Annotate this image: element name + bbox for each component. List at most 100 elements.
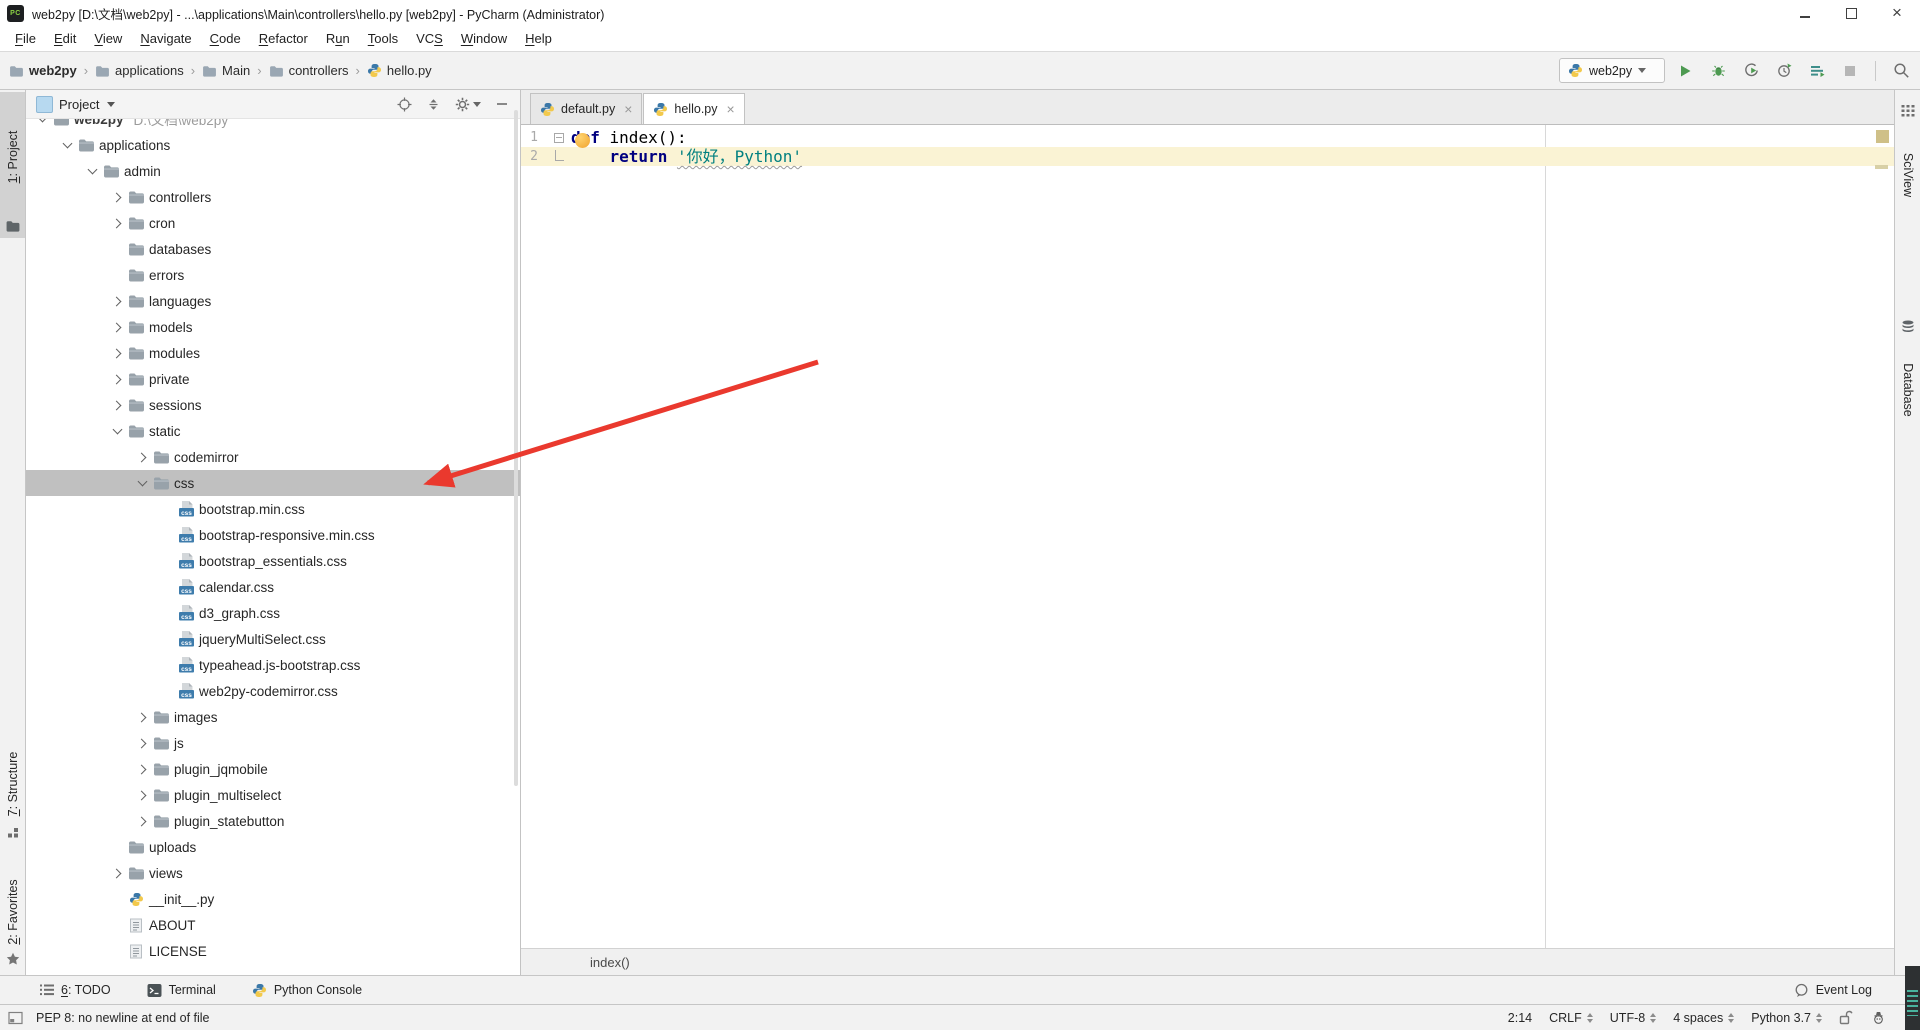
tree-item-web2py[interactable]: web2pyD:\文档\web2py: [26, 118, 520, 132]
menu-item-tools[interactable]: Tools: [359, 29, 407, 48]
tree-item-admin[interactable]: admin: [26, 158, 520, 184]
chevron-down-icon[interactable]: [34, 118, 51, 127]
chevron-right-icon[interactable]: [134, 813, 151, 829]
chevron-right-icon[interactable]: [109, 215, 126, 231]
menu-item-edit[interactable]: Edit: [45, 29, 85, 48]
caret-position-widget[interactable]: 2:14: [1508, 1011, 1532, 1025]
chevron-right-icon[interactable]: [134, 761, 151, 777]
maximize-button[interactable]: [1828, 0, 1874, 26]
tree-item-private[interactable]: private: [26, 366, 520, 392]
tree-item-uploads[interactable]: uploads: [26, 834, 520, 860]
tool-window-button-sciview[interactable]: SciView: [1895, 98, 1920, 238]
chevron-right-icon[interactable]: [109, 189, 126, 205]
project-header-title[interactable]: Project: [59, 97, 99, 112]
tree-item-js[interactable]: js: [26, 730, 520, 756]
chevron-right-icon[interactable]: [109, 319, 126, 335]
editor-tab-default-py[interactable]: default.py×: [530, 93, 642, 124]
breadcrumb-item-hello-py[interactable]: hello.py: [365, 61, 434, 80]
tree-item-bootstrap-responsive-min-css[interactable]: cssbootstrap-responsive.min.css: [26, 522, 520, 548]
tree-item-sessions[interactable]: sessions: [26, 392, 520, 418]
chevron-right-icon[interactable]: [109, 371, 126, 387]
tree-item-databases[interactable]: databases: [26, 236, 520, 262]
line-separator-widget[interactable]: CRLF: [1549, 1011, 1593, 1025]
file-encoding-widget[interactable]: UTF-8: [1610, 1011, 1656, 1025]
menu-item-navigate[interactable]: Navigate: [131, 29, 200, 48]
hector-icon[interactable]: [1871, 1010, 1886, 1025]
tree-item-typeahead-js-bootstrap-css[interactable]: csstypeahead.js-bootstrap.css: [26, 652, 520, 678]
concurrency-diagram-button[interactable]: [1805, 59, 1829, 83]
locate-button[interactable]: [397, 97, 412, 112]
chevron-right-icon[interactable]: [134, 449, 151, 465]
tree-item-static[interactable]: static: [26, 418, 520, 444]
breadcrumb-item-main[interactable]: Main: [200, 61, 252, 80]
menu-item-view[interactable]: View: [85, 29, 131, 48]
tree-item-plugin-jqmobile[interactable]: plugin_jqmobile: [26, 756, 520, 782]
code-editor[interactable]: 1def index():2 return '你好，Python': [521, 125, 1894, 948]
tree-item-images[interactable]: images: [26, 704, 520, 730]
tree-item-controllers[interactable]: controllers: [26, 184, 520, 210]
collapse-all-button[interactable]: [427, 98, 440, 111]
chevron-right-icon[interactable]: [109, 865, 126, 881]
tool-stripe-button-favorites[interactable]: 2: Favorites: [0, 870, 25, 970]
tree-item-applications[interactable]: applications: [26, 132, 520, 158]
run-config-selector[interactable]: web2py: [1559, 58, 1665, 83]
tool-stripe-button-project[interactable]: 1: Project: [0, 92, 25, 238]
settings-button[interactable]: [455, 97, 481, 112]
run-button[interactable]: [1673, 59, 1697, 83]
close-button[interactable]: ×: [1874, 0, 1920, 26]
menu-item-window[interactable]: Window: [452, 29, 516, 48]
minimize-button[interactable]: [1782, 0, 1828, 26]
tree-item-errors[interactable]: errors: [26, 262, 520, 288]
search-everywhere-button[interactable]: [1889, 59, 1913, 83]
inspection-indicator[interactable]: [1876, 130, 1889, 143]
tree-item-plugin-statebutton[interactable]: plugin_statebutton: [26, 808, 520, 834]
chevron-right-icon[interactable]: [134, 787, 151, 803]
project-scrollbar[interactable]: [514, 110, 518, 786]
tree-item-codemirror[interactable]: codemirror: [26, 444, 520, 470]
tool-button-terminal[interactable]: Terminal: [147, 983, 216, 998]
tree-item-css[interactable]: css: [26, 470, 520, 496]
breadcrumb-item-controllers[interactable]: controllers: [267, 61, 351, 80]
chevron-right-icon[interactable]: [109, 397, 126, 413]
chevron-down-icon[interactable]: [134, 475, 151, 491]
toolwindow-toggle-icon[interactable]: [8, 1011, 24, 1025]
tree-item-models[interactable]: models: [26, 314, 520, 340]
tree-item-plugin-multiselect[interactable]: plugin_multiselect: [26, 782, 520, 808]
tree-item-languages[interactable]: languages: [26, 288, 520, 314]
menu-item-help[interactable]: Help: [516, 29, 561, 48]
tree-item-bootstrap-essentials-css[interactable]: cssbootstrap_essentials.css: [26, 548, 520, 574]
menu-item-vcs[interactable]: VCS: [407, 29, 452, 48]
tree-item-license[interactable]: LICENSE: [26, 938, 520, 964]
chevron-down-icon[interactable]: [109, 423, 126, 439]
tree-item-calendar-css[interactable]: csscalendar.css: [26, 574, 520, 600]
interpreter-widget[interactable]: Python 3.7: [1751, 1011, 1822, 1025]
breadcrumb-item-web2py[interactable]: web2py: [7, 61, 79, 80]
tree-item-d3-graph-css[interactable]: cssd3_graph.css: [26, 600, 520, 626]
tool-window-button-database[interactable]: Database: [1895, 314, 1920, 454]
chevron-down-icon[interactable]: [84, 163, 101, 179]
tree-item-about[interactable]: ABOUT: [26, 912, 520, 938]
unlock-icon[interactable]: [1839, 1010, 1854, 1025]
intention-bulb-icon[interactable]: [575, 133, 590, 148]
profile-button[interactable]: [1772, 59, 1796, 83]
chevron-right-icon[interactable]: [134, 709, 151, 725]
close-tab-icon[interactable]: ×: [624, 101, 632, 117]
tree-item-bootstrap-min-css[interactable]: cssbootstrap.min.css: [26, 496, 520, 522]
menu-item-file[interactable]: File: [6, 29, 45, 48]
chevron-right-icon[interactable]: [109, 345, 126, 361]
menu-item-run[interactable]: Run: [317, 29, 359, 48]
run-with-coverage-button[interactable]: [1739, 59, 1763, 83]
menu-item-code[interactable]: Code: [201, 29, 250, 48]
tree-item-init-py[interactable]: __init__.py: [26, 886, 520, 912]
tree-item-web2py-codemirror-css[interactable]: cssweb2py-codemirror.css: [26, 678, 520, 704]
indent-widget[interactable]: 4 spaces: [1673, 1011, 1734, 1025]
menu-item-refactor[interactable]: Refactor: [250, 29, 317, 48]
stop-button[interactable]: [1838, 59, 1862, 83]
tree-item-modules[interactable]: modules: [26, 340, 520, 366]
tool-button-python-console[interactable]: Python Console: [252, 983, 362, 998]
tree-item-cron[interactable]: cron: [26, 210, 520, 236]
tree-item-jquerymultiselect-css[interactable]: cssjqueryMultiSelect.css: [26, 626, 520, 652]
chevron-down-icon[interactable]: [59, 137, 76, 153]
breadcrumb-item-applications[interactable]: applications: [93, 61, 186, 80]
chevron-right-icon[interactable]: [109, 293, 126, 309]
